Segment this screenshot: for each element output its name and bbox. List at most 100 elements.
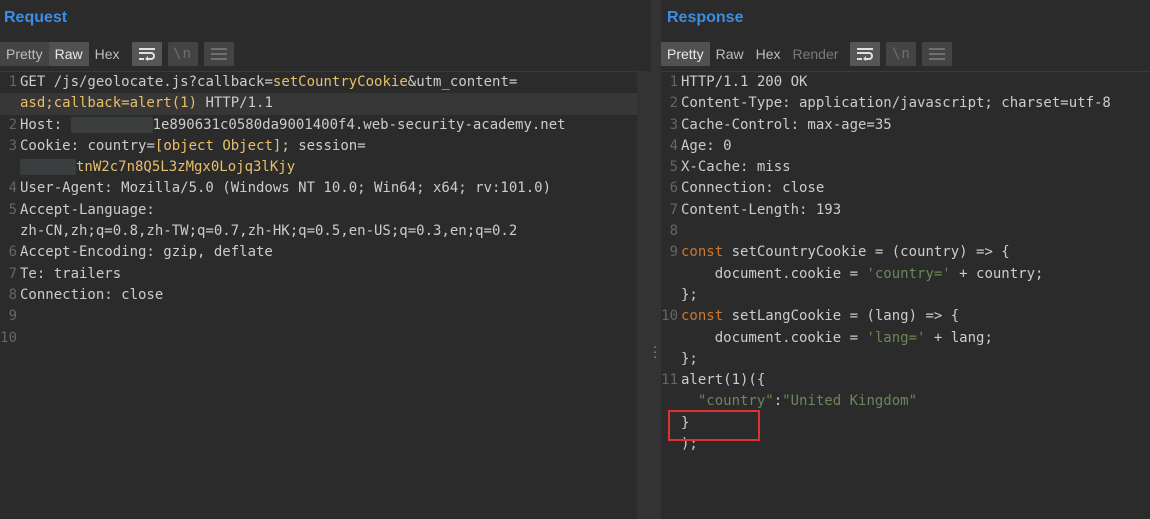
code-text: User-Agent: Mozilla/5.0 (Windows NT 10.0… [20,180,552,197]
response-toolbar: Pretty Raw Hex Render \n [661,41,1150,67]
wrap-lines-icon [138,48,155,61]
line-number: 1 [669,74,678,90]
code-line: 9 [0,306,637,327]
response-menu-button[interactable] [922,42,953,66]
request-scrollbar[interactable] [637,71,651,519]
request-wrap-button[interactable] [131,42,162,66]
line-number [661,285,681,306]
code-line: document.cookie = 'lang=' + lang; [661,328,1150,349]
menu-icon [929,48,946,60]
response-editor[interactable]: 1 HTTP/1.1 200 OK 2 Content-Type: applicat… [661,71,1150,519]
line-number [661,328,681,349]
code-line: 4 User-Agent: Mozilla/5.0 (Windows NT 10.… [0,178,637,199]
code-line: zh-CN,zh;q=0.8,zh-TW;q=0.7,zh-HK;q=0.5,e… [0,221,637,242]
line-number [661,264,681,285]
request-menu-button[interactable] [203,42,234,66]
line-number: 4 [669,137,678,154]
response-newline-button[interactable]: \n [886,42,917,66]
code-text: HTTP/1.1 200 OK [681,74,808,90]
response-title: Response [667,9,744,26]
response-tab-raw[interactable]: Raw [710,42,750,66]
line-number: 3 [8,137,17,154]
line-number: 9 [669,244,678,261]
code-text: Host: 1e890631c0580da9001400f4.web-secur… [20,116,566,133]
request-editor[interactable]: 1 GET /js/geolocate.js?callback=setCountr… [0,71,637,519]
code-text: Connection: close [20,286,164,303]
code-text: const setCountryCookie = (country) => { [681,244,1010,261]
response-tab-pretty[interactable]: Pretty [661,42,710,66]
response-tab-hex[interactable]: Hex [750,42,787,66]
code-line: 9 const setCountryCookie = (country) => { [661,242,1150,263]
highlight-box [668,410,760,441]
code-text: Cache-Control: max-age=35 [681,116,892,133]
wrap-lines-icon [857,48,874,61]
code-text: Accept-Encoding: gzip, deflate [20,244,273,261]
line-number: 10 [0,329,17,346]
code-line: 11 alert(1)({ [661,370,1150,391]
line-number [661,349,681,370]
code-line: 5 X-Cache: miss [661,157,1150,178]
code-text: tnW2c7n8Q5L3zMgx0Lojq3lKjy [20,157,637,178]
request-pane: Request Pretty Raw Hex \n 1 GET /js/geolo… [0,0,651,519]
pane-splitter[interactable]: · · · [651,0,661,519]
code-line: 10 [0,328,637,349]
code-line: 3 Cookie: country=[object Object]; sessio… [0,136,637,157]
code-text: document.cookie = 'lang=' + lang; [681,329,993,346]
response-pane: Response Pretty Raw Hex Render \n 1 HTTP/… [661,0,1150,519]
line-number: 5 [669,159,678,176]
code-line: 1 HTTP/1.1 200 OK [661,72,1150,93]
code-line: asd;callback=alert(1) HTTP/1.1 [0,93,637,115]
menu-icon [210,48,227,60]
code-line: document.cookie = 'country=' + country; [661,264,1150,285]
code-text: zh-CN,zh;q=0.8,zh-TW;q=0.7,zh-HK;q=0.5,e… [20,223,518,240]
line-number: 11 [661,372,678,389]
response-tab-render[interactable]: Render [787,42,845,66]
code-text: document.cookie = 'country=' + country; [681,265,1044,282]
request-tab-hex[interactable]: Hex [89,42,126,66]
code-line: 7 Te: trailers [0,264,637,285]
line-number: 8 [8,286,17,303]
line-number: 7 [669,201,678,218]
line-number: 6 [8,244,17,261]
line-number: 4 [8,180,17,197]
request-tab-pretty[interactable]: Pretty [0,42,49,66]
code-line: 2 Host: 1e890631c0580da9001400f4.web-secu… [0,115,637,136]
code-text: GET /js/geolocate.js?callback=setCountry… [20,74,518,90]
code-text: Content-Type: application/javascript; ch… [681,95,1111,112]
line-number: 2 [8,116,17,133]
code-text: const setLangCookie = (lang) => { [681,308,960,325]
code-line: }; [661,349,1150,370]
code-text: Accept-Language: [20,201,155,218]
request-newline-button[interactable]: \n [167,42,198,66]
redacted-block [70,116,153,133]
drag-handle-icon: · · · [653,341,658,366]
code-text: X-Cache: miss [681,159,791,176]
request-tab-raw[interactable]: Raw [48,42,89,66]
newline-icon: \n [173,46,192,62]
line-number: 9 [8,308,17,325]
response-wrap-button[interactable] [850,42,881,66]
code-line: 8 Connection: close [0,285,637,306]
line-number: 8 [669,223,678,240]
code-text: Age: 0 [681,137,732,154]
code-line: tnW2c7n8Q5L3zMgx0Lojq3lKjy [0,157,637,178]
code-text: }; [681,286,698,303]
line-number: 6 [669,180,678,197]
code-line: 7 Content-Length: 193 [661,200,1150,221]
code-line: 3 Cache-Control: max-age=35 [661,115,1150,136]
code-text: Te: trailers [20,265,122,282]
line-number [0,221,20,242]
line-number: 5 [8,201,17,218]
code-line: 1 GET /js/geolocate.js?callback=setCountr… [0,72,637,93]
line-number: 2 [669,95,678,112]
code-text: asd;callback=alert(1) HTTP/1.1 [20,95,273,112]
newline-icon: \n [891,46,911,62]
code-line: 8 [661,221,1150,242]
code-line: 5 Accept-Language: [0,200,637,221]
code-text: Content-Length: 193 [681,201,842,218]
code-line: }; [661,285,1150,306]
code-text: }; [681,350,698,367]
line-number [0,93,20,114]
